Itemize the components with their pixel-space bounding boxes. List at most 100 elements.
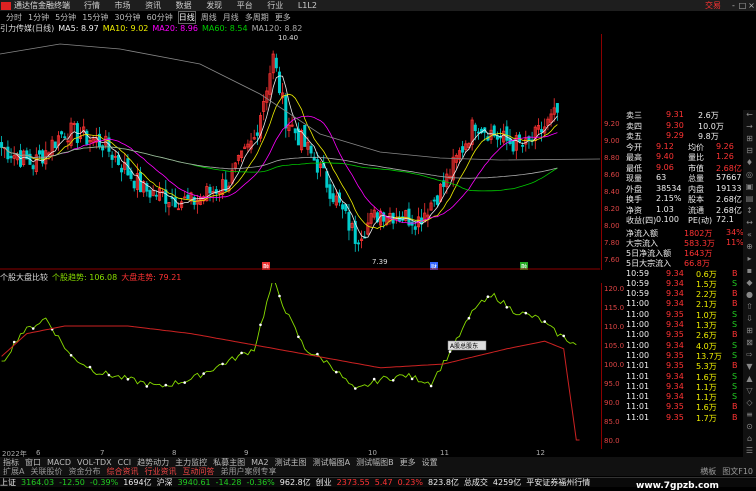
candlestick-chart[interactable]: 10.407.39融财融 xyxy=(0,34,600,270)
indicator-tab[interactable]: 测试幅图A xyxy=(310,457,353,468)
quote-row: 换手 2.15% 股本 2.68亿 xyxy=(626,194,743,204)
quote-panel: 卖三 9.31 2.6万 卖四 9.30 10.0万 卖五 9.29 9.8万 今开 9.12 均价 9… xyxy=(626,110,744,463)
tool-icon[interactable]: ● xyxy=(743,290,756,302)
extension-tab[interactable]: 综合资讯 xyxy=(103,466,141,477)
menu-item[interactable]: 平台 xyxy=(237,1,253,10)
indicator-tab[interactable]: 设置 xyxy=(419,457,441,468)
timeframe-tab[interactable]: 日线 xyxy=(177,10,196,24)
tool-icon[interactable]: ⇧ xyxy=(743,302,756,314)
quote-value: 1.26 xyxy=(716,152,734,161)
close-button[interactable]: × xyxy=(747,1,756,10)
tool-icon[interactable]: ⇨ xyxy=(743,350,756,362)
timeframe-tab[interactable]: 周线 xyxy=(201,12,217,23)
tool-icon[interactable]: ▽ xyxy=(743,386,756,398)
indicator-tick-label: 120.0 xyxy=(604,285,625,293)
timeframe-tab[interactable]: 多周期 xyxy=(245,12,269,23)
candle-body xyxy=(347,212,351,231)
indicator-tick-label: 80.0 xyxy=(604,437,620,445)
candle-body xyxy=(9,155,13,159)
flow-row: 大宗流入 583.3万 11% xyxy=(626,238,744,248)
tick-row: 11:01 9.35 1.7万 B xyxy=(626,413,743,423)
candle-body xyxy=(413,226,417,230)
extension-tab[interactable]: 扩展A xyxy=(0,466,27,477)
f10-link[interactable]: 图文F10 xyxy=(719,466,756,477)
quote-label: 卖三 xyxy=(626,111,642,120)
tool-icon[interactable]: ↕ xyxy=(743,206,756,218)
tool-icon[interactable]: ◎ xyxy=(743,170,756,182)
tool-icon[interactable]: ⇩ xyxy=(743,314,756,326)
menu-item[interactable]: 行情 xyxy=(84,1,100,10)
tool-icon[interactable]: ⊕ xyxy=(743,242,756,254)
broker-name: 平安证券福州行情 xyxy=(526,478,591,487)
menu-item[interactable]: 发现 xyxy=(206,1,222,10)
extension-tab[interactable]: 弟用户案例专享 xyxy=(217,466,279,477)
extension-tab[interactable]: 行业资讯 xyxy=(141,466,179,477)
trade-button[interactable]: 交易 xyxy=(705,0,721,11)
quote-value: 9.40 xyxy=(656,152,674,161)
extension-tab[interactable]: 资金分布 xyxy=(65,466,103,477)
extension-tab[interactable]: 互动问答 xyxy=(179,466,217,477)
menu-item[interactable]: 市场 xyxy=(115,1,131,10)
quote-label: 均价 xyxy=(688,142,704,152)
trend-dot xyxy=(240,351,243,355)
quote-value: 72.1 xyxy=(716,215,734,224)
tool-icon[interactable]: « xyxy=(743,230,756,242)
tool-icon[interactable]: ▤ xyxy=(743,194,756,206)
tool-icon[interactable]: ⊙ xyxy=(743,422,756,434)
tool-icon[interactable]: ▪ xyxy=(743,266,756,278)
tool-icon[interactable]: ↔ xyxy=(743,218,756,230)
trend-dot xyxy=(259,323,262,327)
timeframe-tab[interactable]: 月线 xyxy=(223,12,239,23)
timeframe-tab[interactable]: 1分钟 xyxy=(28,12,49,23)
tick-time: 11:01 xyxy=(626,402,650,412)
tool-icon[interactable]: ⊞ xyxy=(743,134,756,146)
index-change: -14.28 xyxy=(215,478,242,487)
quote-row: 今开 9.12 均价 9.26 xyxy=(626,142,743,152)
candle-body xyxy=(132,180,136,189)
indicator-tick-label: 115.0 xyxy=(604,304,625,312)
menu-item[interactable]: 行业 xyxy=(267,1,283,10)
indicator-legend-item: 大盘走势: 79.21 xyxy=(121,273,182,282)
quote-label: PE(动) xyxy=(688,216,713,225)
tool-icon[interactable]: ◇ xyxy=(743,398,756,410)
timeframe-tab[interactable]: 30分钟 xyxy=(114,12,140,23)
timeframe-tab[interactable]: 分时 xyxy=(6,12,22,23)
menu-item[interactable]: 数据 xyxy=(176,1,192,10)
tool-icon[interactable]: ▣ xyxy=(743,182,756,194)
trend-dot xyxy=(278,294,281,298)
tool-icon[interactable]: ◆ xyxy=(743,278,756,290)
flow-row: 净流入额 1802万 34% xyxy=(626,228,744,238)
tool-icon[interactable]: ♦ xyxy=(743,158,756,170)
tool-icon[interactable]: ☰ xyxy=(743,446,756,458)
timeframe-tab[interactable]: 5分钟 xyxy=(55,12,76,23)
timeframe-tab[interactable]: 更多 xyxy=(275,12,291,23)
tool-icon[interactable]: ← xyxy=(743,110,756,122)
indicator-tab[interactable]: 更多 xyxy=(397,457,419,468)
candle-body xyxy=(186,194,190,199)
tool-icon[interactable]: ⊠ xyxy=(743,338,756,350)
extension-tab[interactable]: 关联股价 xyxy=(27,466,65,477)
tick-time: 11:01 xyxy=(626,412,650,422)
tool-icon[interactable]: ≡ xyxy=(743,410,756,422)
quote-value: 9.12 xyxy=(656,141,674,151)
tool-icon[interactable]: → xyxy=(743,122,756,134)
timeframe-tab[interactable]: 15分钟 xyxy=(82,12,108,23)
tool-icon[interactable]: ▸ xyxy=(743,254,756,266)
maximize-button[interactable]: □ xyxy=(738,1,747,10)
timeframe-tab[interactable]: 60分钟 xyxy=(147,12,173,23)
minimize-button[interactable]: - xyxy=(729,1,738,10)
indicator-tab[interactable]: 测试幅图B xyxy=(353,457,397,468)
indicator-chart[interactable]: A股总股东 xyxy=(0,283,600,449)
tool-icon[interactable]: ▲ xyxy=(743,374,756,386)
tool-icon[interactable]: ⌂ xyxy=(743,434,756,446)
tick-row: 10:59 9.34 1.5万 S xyxy=(626,279,743,289)
menu-item[interactable]: 资讯 xyxy=(145,1,161,10)
tool-icon[interactable]: ⊟ xyxy=(743,146,756,158)
tool-icon[interactable]: ▼ xyxy=(743,362,756,374)
quote-price: 9.31 xyxy=(666,110,684,119)
menu-item[interactable]: L1L2 xyxy=(298,1,317,10)
tick-volume: 1.7万 xyxy=(696,413,717,423)
tool-icon[interactable]: ⊞ xyxy=(743,326,756,338)
trend-dot xyxy=(505,306,509,309)
layout-toggle[interactable]: 横板 xyxy=(697,466,719,477)
